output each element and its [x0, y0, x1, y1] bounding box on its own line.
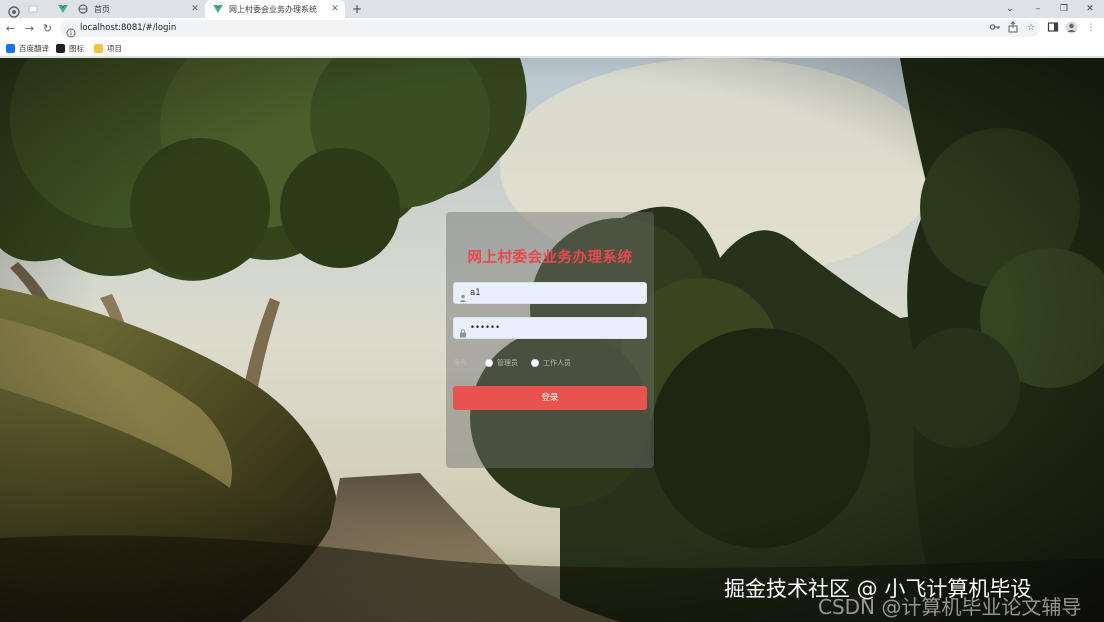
password-input[interactable]: •••••• [453, 317, 647, 339]
role-admin-radio[interactable] [485, 359, 493, 367]
tab-search-button[interactable]: ⌄ [996, 0, 1024, 18]
bookmark-star-icon[interactable]: ☆ [1024, 21, 1038, 35]
bookmark-label: 百度翻译 [19, 43, 49, 53]
blank-page-icon [28, 4, 38, 14]
globe-icon [78, 4, 88, 14]
bookmark-projects-folder[interactable]: 项目 [94, 41, 122, 55]
info-icon[interactable] [66, 23, 76, 38]
bookmark-label: 项目 [107, 43, 122, 53]
translate-icon [6, 43, 15, 53]
tab-blank[interactable] [20, 0, 50, 18]
username-input[interactable]: a1 [453, 282, 647, 304]
role-staff-label[interactable]: 工作人员 [543, 357, 571, 369]
minimize-button[interactable]: – [1024, 0, 1052, 18]
page-viewport: 网上村委会业务办理系统 a1 •••••• 角色 管理员 工作人员 登录 掘金技… [0, 58, 1104, 622]
address-bar[interactable]: localhost:8081/#/login [60, 20, 1040, 38]
watermark-csdn: CSDN @计算机毕业论文辅导 [818, 595, 1082, 619]
password-value: •••••• [470, 323, 501, 333]
key-icon[interactable] [988, 21, 1002, 35]
url-text: localhost:8081/#/login [80, 23, 177, 33]
bookmark-icons[interactable]: 图标 [56, 41, 84, 55]
share-icon[interactable] [1006, 21, 1020, 35]
tab-title: 网上村委会业务办理系统 [229, 4, 317, 14]
bookmark-baidu-translate[interactable]: 百度翻译 [6, 41, 49, 55]
role-staff-radio[interactable] [531, 359, 539, 367]
bookmark-label: 图标 [69, 43, 84, 53]
vue-icon [213, 4, 223, 14]
chrome-icon[interactable] [8, 3, 20, 18]
forward-icon[interactable]: → [22, 21, 37, 36]
lock-icon [458, 323, 468, 338]
login-button[interactable]: 登录 [453, 386, 647, 410]
tab-title: 首页 [94, 4, 110, 14]
login-card: 网上村委会业务办理系统 a1 •••••• 角色 管理员 工作人员 登录 [446, 212, 654, 468]
close-icon[interactable]: ✕ [329, 3, 341, 15]
maximize-button[interactable]: ❐ [1050, 0, 1078, 18]
vue-icon [58, 4, 68, 14]
close-icon[interactable]: ✕ [189, 3, 201, 15]
menu-kebab-icon[interactable]: ⋮ [1084, 21, 1098, 35]
profile-avatar-icon[interactable] [1064, 21, 1078, 35]
role-admin-label[interactable]: 管理员 [497, 357, 518, 369]
folder-icon [94, 43, 103, 53]
bookmarks-bar: 百度翻译 图标 项目 [0, 39, 1104, 57]
browser-tab-strip: 首页 ✕ 网上村委会业务办理系统 ✕ + ⌄ – ❐ ✕ [0, 0, 1104, 18]
user-icon [458, 288, 468, 302]
tab-home[interactable]: 首页 ✕ [70, 0, 205, 18]
side-panel-icon[interactable] [1046, 21, 1060, 35]
tab-vue-devtools[interactable] [50, 0, 70, 18]
tab-login[interactable]: 网上村委会业务办理系统 ✕ [205, 0, 345, 18]
role-selector: 角色 管理员 工作人员 [453, 357, 647, 369]
login-title: 网上村委会业务办理系统 [467, 250, 633, 266]
browser-toolbar: ← → ↻ localhost:8081/#/login ☆ ⋮ [0, 18, 1104, 39]
back-icon[interactable]: ← [3, 21, 18, 36]
reload-icon[interactable]: ↻ [40, 21, 55, 36]
username-value: a1 [470, 288, 481, 298]
new-tab-button[interactable]: + [350, 2, 364, 16]
close-window-button[interactable]: ✕ [1076, 0, 1104, 18]
icon-site-icon [56, 43, 65, 53]
role-label: 角色 [453, 359, 467, 367]
